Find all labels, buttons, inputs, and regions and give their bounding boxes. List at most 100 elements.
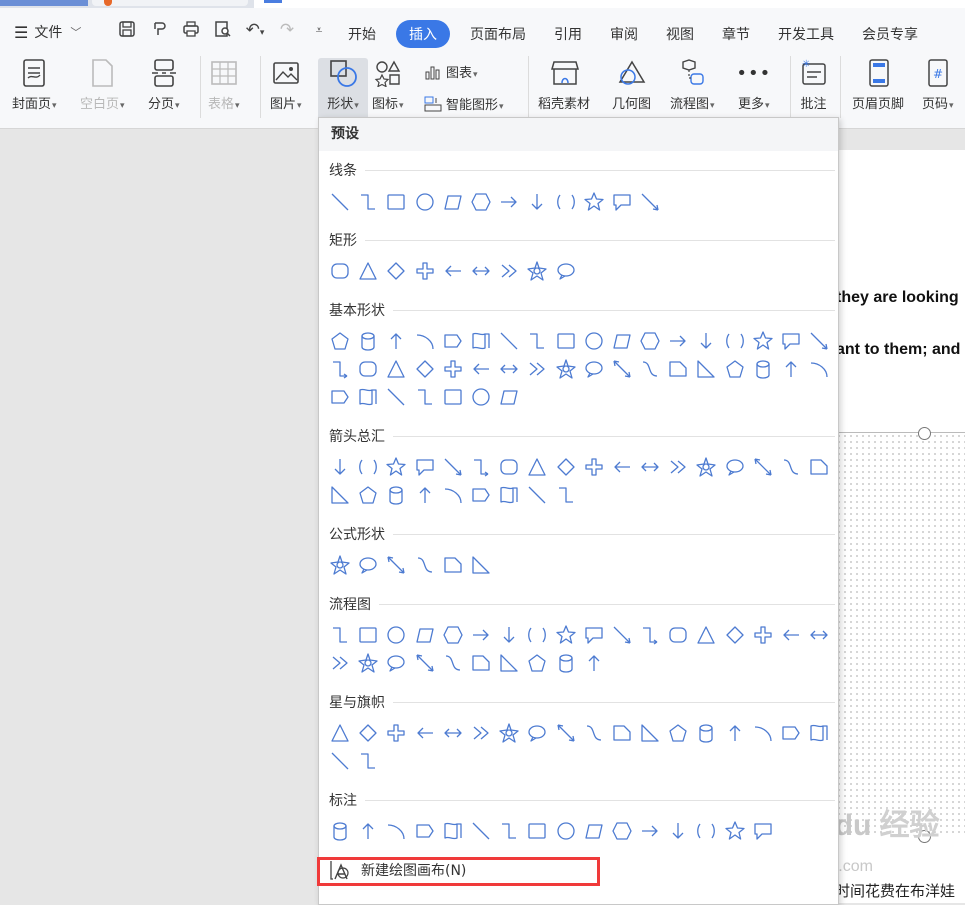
shape-preset-item[interactable]	[555, 652, 577, 674]
shape-preset-item[interactable]	[526, 358, 548, 380]
shape-preset-item[interactable]	[357, 750, 379, 772]
material-button[interactable]: 稻壳素材	[538, 58, 591, 112]
shape-preset-item[interactable]	[385, 820, 407, 842]
shape-preset-item[interactable]	[414, 358, 436, 380]
shape-preset-item[interactable]	[470, 484, 492, 506]
shape-preset-item[interactable]	[780, 722, 802, 744]
smartart-button[interactable]: 智能图形	[424, 94, 504, 113]
shape-preset-item[interactable]	[724, 722, 746, 744]
shape-preset-item[interactable]	[357, 386, 379, 408]
shape-preset-item[interactable]	[752, 722, 774, 744]
shape-preset-item[interactable]	[329, 386, 351, 408]
shape-preset-item[interactable]	[780, 624, 802, 646]
shape-preset-item[interactable]	[385, 624, 407, 646]
shape-preset-item[interactable]	[611, 722, 633, 744]
shape-button[interactable]: 形状	[318, 58, 368, 120]
shape-preset-item[interactable]	[555, 624, 577, 646]
tab-section[interactable]: 章节	[722, 20, 750, 48]
shape-preset-item[interactable]	[442, 456, 464, 478]
shape-preset-item[interactable]	[695, 820, 717, 842]
tab-page-layout[interactable]: 页面布局	[470, 20, 526, 48]
shape-preset-item[interactable]	[470, 358, 492, 380]
shape-preset-item[interactable]	[667, 456, 689, 478]
shape-preset-item[interactable]	[498, 456, 520, 478]
shape-preset-item[interactable]	[498, 386, 520, 408]
shape-preset-item[interactable]	[611, 191, 633, 213]
shape-preset-item[interactable]	[442, 191, 464, 213]
shape-preset-item[interactable]	[329, 652, 351, 674]
shape-preset-item[interactable]	[470, 624, 492, 646]
flowchart-button[interactable]: 流程图	[670, 58, 715, 112]
shape-preset-item[interactable]	[357, 330, 379, 352]
shape-preset-item[interactable]	[385, 386, 407, 408]
shape-preset-item[interactable]	[583, 456, 605, 478]
shape-preset-item[interactable]	[667, 820, 689, 842]
tab-references[interactable]: 引用	[554, 20, 582, 48]
shape-preset-item[interactable]	[414, 456, 436, 478]
shape-preset-item[interactable]	[498, 191, 520, 213]
shape-preset-item[interactable]	[329, 484, 351, 506]
shape-preset-item[interactable]	[442, 330, 464, 352]
shape-preset-item[interactable]	[695, 722, 717, 744]
window-tab-2[interactable]	[92, 0, 248, 6]
shape-preset-item[interactable]	[583, 652, 605, 674]
shape-preset-item[interactable]	[555, 484, 577, 506]
chart-button[interactable]: 图表	[424, 62, 478, 81]
tab-review[interactable]: 审阅	[610, 20, 638, 48]
shape-preset-item[interactable]	[385, 358, 407, 380]
shape-preset-item[interactable]	[639, 624, 661, 646]
print-preview-icon[interactable]	[212, 20, 234, 43]
shape-preset-item[interactable]	[583, 722, 605, 744]
shape-preset-item[interactable]	[808, 358, 830, 380]
shape-preset-item[interactable]	[752, 330, 774, 352]
shape-preset-item[interactable]	[498, 260, 520, 282]
format-painter-icon[interactable]	[148, 20, 170, 43]
shape-preset-item[interactable]	[414, 820, 436, 842]
shape-preset-item[interactable]	[329, 330, 351, 352]
shape-preset-item[interactable]	[526, 330, 548, 352]
shape-preset-item[interactable]	[780, 330, 802, 352]
shape-preset-item[interactable]	[752, 358, 774, 380]
shape-preset-item[interactable]	[470, 554, 492, 576]
shape-preset-item[interactable]	[808, 624, 830, 646]
shape-preset-item[interactable]	[414, 722, 436, 744]
shape-preset-item[interactable]	[414, 554, 436, 576]
shape-preset-item[interactable]	[414, 260, 436, 282]
shape-preset-item[interactable]	[470, 386, 492, 408]
redo-icon[interactable]: ↷	[276, 20, 298, 43]
shape-preset-item[interactable]	[385, 330, 407, 352]
shape-preset-item[interactable]	[752, 456, 774, 478]
shape-preset-item[interactable]	[724, 330, 746, 352]
shape-preset-item[interactable]	[583, 358, 605, 380]
shape-preset-item[interactable]	[470, 456, 492, 478]
shape-preset-item[interactable]	[667, 722, 689, 744]
shape-preset-item[interactable]	[385, 484, 407, 506]
more-button[interactable]: ••• 更多	[736, 58, 770, 113]
shape-preset-item[interactable]	[442, 652, 464, 674]
shape-preset-item[interactable]	[385, 652, 407, 674]
shape-preset-item[interactable]	[695, 358, 717, 380]
shape-preset-item[interactable]	[498, 820, 520, 842]
icon-button[interactable]: 图标	[372, 58, 404, 112]
resize-handle[interactable]	[918, 427, 931, 440]
tab-home[interactable]: 开始	[348, 20, 376, 48]
shape-preset-item[interactable]	[526, 260, 548, 282]
page-number-button[interactable]: # 页码	[922, 58, 954, 112]
shape-preset-item[interactable]	[357, 624, 379, 646]
shape-preset-item[interactable]	[414, 652, 436, 674]
shape-preset-item[interactable]	[414, 624, 436, 646]
shape-preset-item[interactable]	[667, 624, 689, 646]
file-menu[interactable]: ☰ 文件 ﹀	[14, 22, 81, 42]
undo-icon[interactable]: ↶▾	[244, 20, 266, 43]
shape-preset-item[interactable]	[470, 820, 492, 842]
shape-preset-item[interactable]	[667, 358, 689, 380]
shape-preset-item[interactable]	[329, 554, 351, 576]
shape-preset-item[interactable]	[442, 722, 464, 744]
shape-preset-item[interactable]	[414, 484, 436, 506]
shape-preset-item[interactable]	[470, 652, 492, 674]
blank-page-button[interactable]: 空白页	[80, 58, 125, 112]
comment-button[interactable]: ✳ 批注	[799, 58, 829, 112]
tab-developer[interactable]: 开发工具	[778, 20, 834, 48]
shape-preset-item[interactable]	[808, 456, 830, 478]
shape-preset-item[interactable]	[695, 330, 717, 352]
